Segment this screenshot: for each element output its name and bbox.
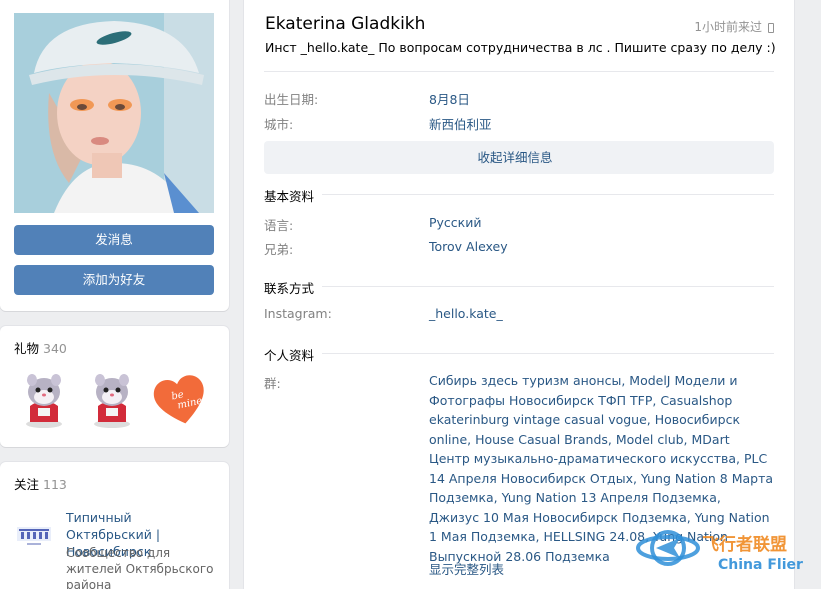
following-card: 关注 113 Типичный Октябрьский | Новосибирск…	[0, 462, 229, 589]
birthday-label: 出生日期:	[264, 92, 319, 107]
watermark-cn: 飞行者联盟	[702, 534, 787, 555]
gift-hamster-2[interactable]	[80, 366, 144, 430]
brother-value[interactable]: Torov Alexey	[429, 239, 508, 254]
contacts-section-line	[264, 286, 774, 287]
language-value[interactable]: Русский	[429, 215, 481, 230]
gift-hamster-1[interactable]	[12, 366, 76, 430]
groups-label: 群:	[264, 376, 281, 391]
add-friend-button[interactable]: 添加为好友	[14, 265, 214, 295]
gifts-card: 礼物 340 be mine	[0, 326, 229, 447]
basic-section-line	[264, 194, 774, 195]
watermark-en: China Flier	[718, 557, 803, 573]
brother-label: 兄弟:	[264, 242, 294, 257]
contacts-section-title: 联系方式	[264, 278, 323, 297]
instagram-label: Instagram:	[264, 306, 332, 321]
header-divider	[264, 71, 774, 72]
gifts-header[interactable]: 礼物 340	[14, 338, 67, 357]
following-header[interactable]: 关注 113	[14, 474, 67, 493]
profile-name: Ekaterina Gladkikh	[265, 14, 426, 34]
following-count: 113	[43, 477, 67, 492]
language-label: 语言:	[264, 218, 294, 233]
personal-section-title: 个人资料	[264, 345, 323, 364]
profile-status: Инст _hello.kate_ По вопросам сотрудниче…	[265, 40, 776, 55]
mobile-icon	[768, 22, 774, 33]
profile-info-card: Ekaterina Gladkikh 1小时前来过 Инст _hello.ka…	[244, 0, 794, 589]
city-label: 城市:	[264, 117, 294, 132]
profile-photo-card: 发消息 添加为好友	[0, 0, 229, 311]
following-title: 关注	[14, 477, 40, 492]
gift-heart[interactable]: be mine	[148, 366, 212, 430]
collapse-details-button[interactable]: 收起详细信息	[264, 141, 774, 174]
basic-section-title: 基本资料	[264, 186, 323, 205]
community-description: Сообщество для жителей Октябрьского райо…	[66, 546, 214, 589]
watermark-logo: 飞行者联盟 China Flier	[630, 518, 820, 578]
community-avatar[interactable]	[14, 517, 54, 557]
gifts-count: 340	[43, 341, 67, 356]
send-message-button[interactable]: 发消息	[14, 225, 214, 255]
personal-section-line	[264, 353, 774, 354]
city-value[interactable]: 新西伯利亚	[429, 114, 492, 133]
gifts-title: 礼物	[14, 341, 40, 356]
last-seen-text: 1小时前来过	[694, 20, 762, 34]
last-seen: 1小时前来过	[694, 18, 774, 35]
birthday-value[interactable]: 8月8日	[429, 89, 470, 108]
avatar[interactable]	[14, 13, 214, 213]
collapse-details-label: 收起详细信息	[477, 150, 553, 165]
instagram-value[interactable]: _hello.kate_	[429, 306, 503, 321]
show-full-list-link[interactable]: 显示完整列表	[429, 559, 504, 578]
